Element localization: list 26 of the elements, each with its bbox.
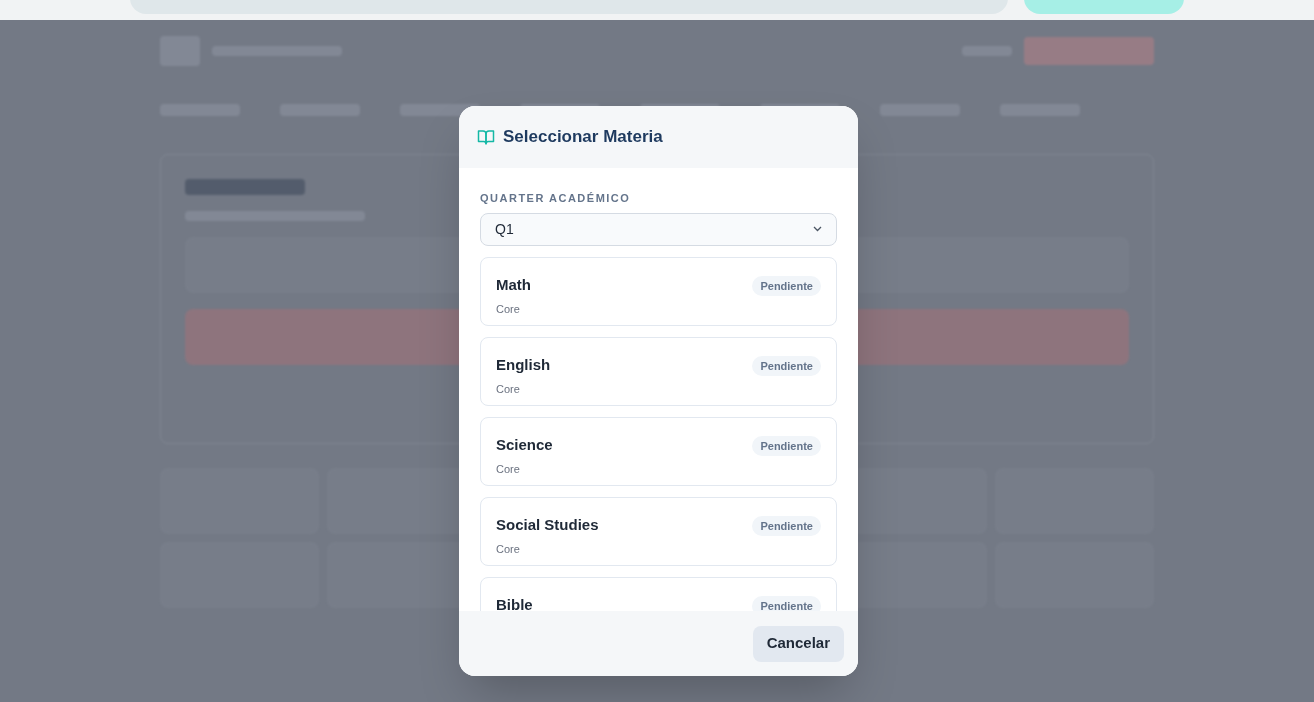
dialog-title: Seleccionar Materia: [503, 126, 663, 149]
subject-name: Math: [496, 275, 531, 294]
cancel-button[interactable]: Cancelar: [752, 625, 844, 662]
subject-card[interactable]: Math Core Pendiente: [480, 256, 837, 326]
subject-name: Bible: [496, 595, 533, 611]
quarter-label: QUARTER ACADÉMICO: [480, 191, 632, 206]
subject-category: Core: [496, 541, 521, 557]
status-badge: Pendiente: [752, 595, 821, 611]
update-button[interactable]: [1024, 0, 1184, 14]
subject-card[interactable]: English Core Pendiente: [480, 336, 837, 406]
book-icon: [477, 129, 495, 145]
status-badge: Pendiente: [752, 515, 821, 536]
subject-name: Science: [496, 435, 553, 454]
subject-name: Social Studies: [496, 515, 599, 534]
status-badge: Pendiente: [752, 355, 821, 376]
subject-card[interactable]: Social Studies Core Pendiente: [480, 496, 837, 566]
chevron-down-icon: [813, 226, 822, 232]
subject-card[interactable]: Science Core Pendiente: [480, 416, 837, 486]
select-value: Q1: [495, 219, 514, 239]
quarter-select[interactable]: Q1: [480, 212, 837, 246]
status-badge: Pendiente: [752, 275, 821, 296]
subject-name: English: [496, 355, 551, 374]
status-badge: Pendiente: [752, 435, 821, 456]
subject-category: Core: [496, 461, 521, 477]
subject-category: Core: [496, 381, 521, 397]
subject-category: Core: [496, 301, 521, 317]
